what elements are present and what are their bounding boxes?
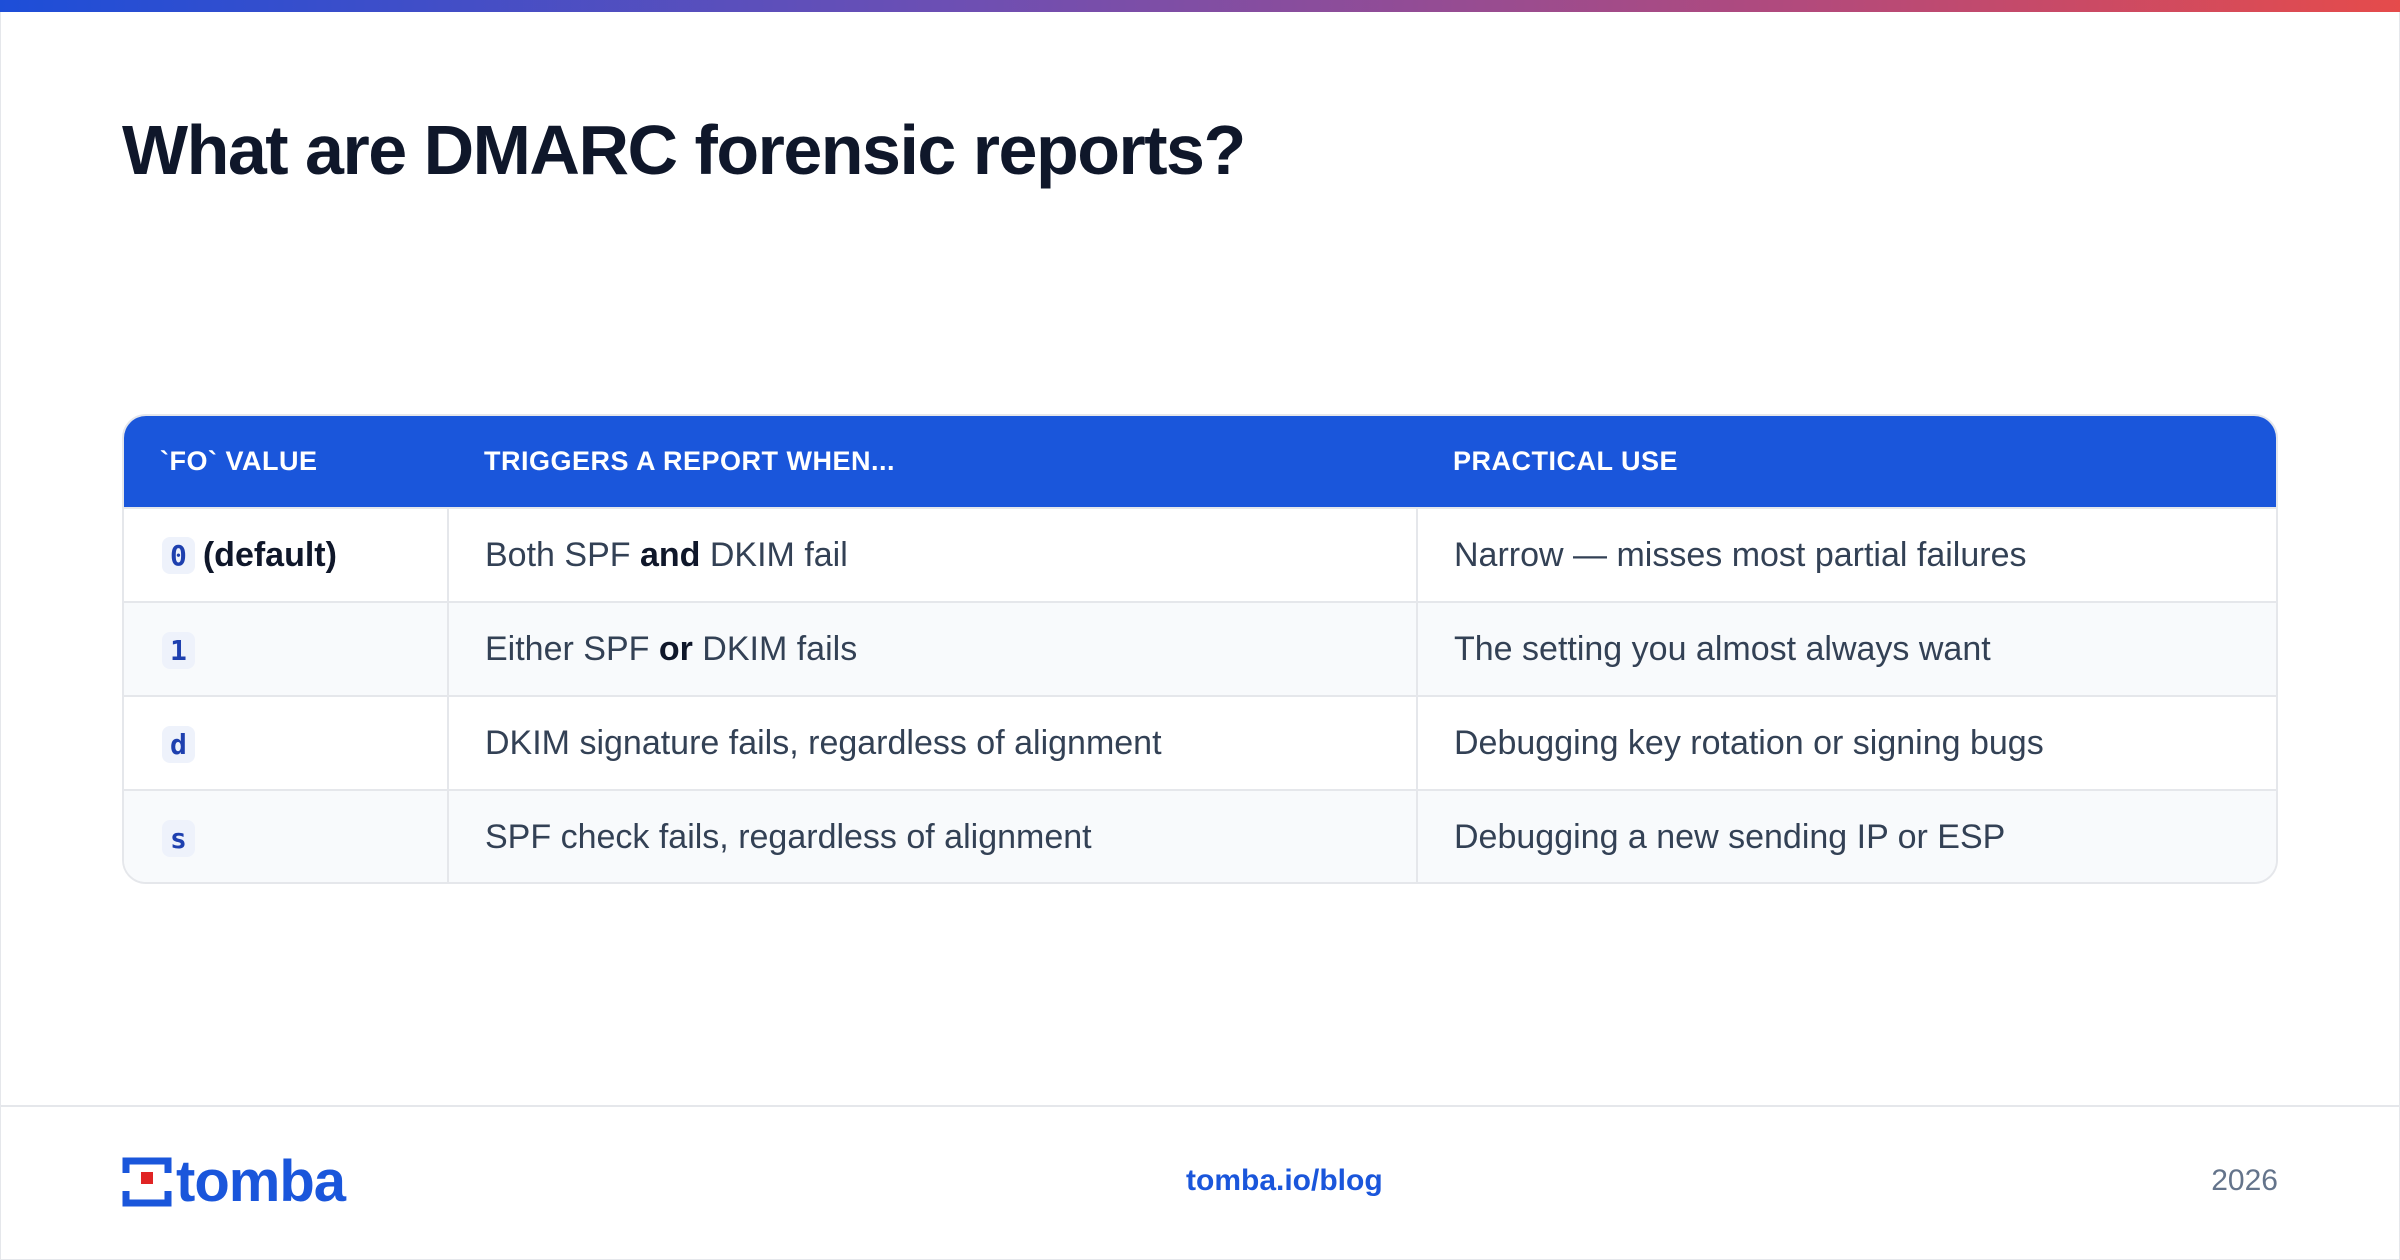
blog-link[interactable]: tomba.io/blog [1186,1164,1383,1198]
trigger-cell: Either SPF or DKIM fails [448,602,1418,696]
header-triggers: TRIGGERS A REPORT WHEN... [484,446,896,476]
practical-use-cell: Narrow — misses most partial failures [1454,535,2027,574]
fo-code: 1 [162,631,195,669]
fo-code: s [162,820,195,858]
logo-wordmark: tomba [176,1149,346,1214]
fo-value-cell: d [124,696,449,790]
tomba-logo: tomba [122,1149,346,1214]
table-row: 1 Either SPF or DKIM fails The setting y… [124,602,2276,696]
table-header-row: `FO` VALUE TRIGGERS A REPORT WHEN... PRA… [124,416,2276,508]
header-practical-use: PRACTICAL USE [1453,446,1679,476]
trigger-text-end: DKIM fail [700,535,848,574]
fo-value-cell: s [124,790,449,882]
header-fo-value: `FO` VALUE [160,446,318,476]
footer-divider [0,1105,2400,1107]
trigger-cell: DKIM signature fails, regardless of alig… [448,696,1418,790]
fo-code-suffix: (default) [202,536,337,575]
fo-value-cell: 0 (default) [124,508,449,602]
table: `FO` VALUE TRIGGERS A REPORT WHEN... PRA… [124,416,2276,882]
gradient-accent-bar [0,0,2400,12]
fo-value-cell: 1 [124,602,449,696]
trigger-cell: Both SPF and DKIM fail [448,508,1418,602]
fo-code: d [162,725,195,763]
page-title: What are DMARC forensic reports? [122,111,1246,189]
footer-year: 2026 [2211,1164,2278,1197]
table-row: 0 (default) Both SPF and DKIM fail Narrow… [124,508,2276,602]
practical-use-cell: Debugging a new sending IP or ESP [1454,818,2006,856]
trigger-text: Either SPF [485,629,659,668]
practical-use-cell: The setting you almost always want [1454,629,1991,668]
trigger-keyword: and [639,535,701,574]
trigger-keyword: or [658,629,693,668]
table-row: d DKIM signature fails, regardless of al… [124,696,2276,790]
trigger-cell: SPF check fails, regardless of alignment [448,790,1418,882]
table-row: s SPF check fails, regardless of alignme… [124,790,2276,882]
practical-use-cell: Debugging key rotation or signing bugs [1454,723,2044,762]
fo-values-table: `FO` VALUE TRIGGERS A REPORT WHEN... PRA… [122,414,2278,884]
tomba-logo-icon [122,1157,172,1207]
trigger-text-end: DKIM fails [692,629,858,668]
trigger-text: Both SPF [485,535,640,574]
fo-code: 0 [162,537,195,575]
